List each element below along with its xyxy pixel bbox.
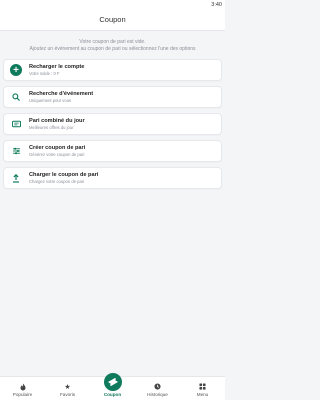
option-subtitle: Uniquement pour vous [29,98,72,103]
coupon-options-list: + Recharger le compte Votre solde : 0 F … [0,59,225,189]
grid-icon [199,383,206,392]
option-text: Recharger le compte Votre solde : 0 F [29,64,84,76]
clock-icon [154,383,161,392]
option-title: Créer coupon de pari [29,145,86,151]
screen: 3:40 Coupon Votre coupon de pari est vid… [0,0,225,400]
upload-icon [10,172,22,184]
status-bar: 3:40 [0,0,225,9]
option-text: Pari combiné du jour Meilleures offres d… [29,118,85,130]
bottom-nav: Populaire ★ Favoris Coupon Historique Me… [0,373,225,400]
option-text: Charger le coupon de pari Chargez votre … [29,172,98,184]
empty-state-message: Votre coupon de pari est vide. Ajoutez u… [0,39,225,52]
option-daily-combo[interactable]: Pari combiné du jour Meilleures offres d… [3,113,222,135]
plus-icon: + [10,64,22,76]
option-text: Créer coupon de pari Générez votre coupo… [29,145,85,157]
page-title: Coupon [99,15,126,24]
nav-label: Historique [147,392,168,397]
flame-icon [20,383,26,392]
ticket-icon [103,373,122,391]
option-title: Charger le coupon de pari [29,172,99,178]
option-recharge-account[interactable]: + Recharger le compte Votre solde : 0 F [3,59,222,81]
option-subtitle: Meilleures offres du jour [29,125,74,130]
option-event-search[interactable]: Recherche d'événement Uniquement pour vo… [3,86,222,108]
option-subtitle: Chargez votre coupon de pari [29,179,85,184]
nav-label: Populaire [12,392,33,397]
status-time: 3:40 [211,1,222,8]
option-title: Pari combiné du jour [29,118,85,124]
option-subtitle: Votre solde : 0 F [29,71,60,76]
nav-label: Coupon [103,392,122,397]
nav-label: Menu [196,392,209,397]
sliders-icon [10,145,22,157]
nav-item-favorites[interactable]: ★ Favoris [45,383,90,397]
nav-item-coupon[interactable]: Coupon [90,373,135,397]
empty-state-line-2: Ajoutez un événement au coupon de pari o… [29,45,196,52]
search-icon [10,91,22,103]
header: Coupon [0,9,225,31]
star-icon: ★ [64,384,71,391]
nav-item-menu[interactable]: Menu [180,383,225,397]
nav-label: Favoris [59,392,76,397]
option-title: Recherche d'événement [29,91,94,97]
option-subtitle: Générez votre coupon de pari [29,152,85,157]
nav-item-history[interactable]: Historique [135,383,180,397]
option-text: Recherche d'événement Uniquement pour vo… [29,91,93,103]
option-title: Recharger le compte [29,64,85,70]
ticket-icon [10,118,22,130]
option-create-coupon[interactable]: Créer coupon de pari Générez votre coupo… [3,140,222,162]
option-load-coupon[interactable]: Charger le coupon de pari Chargez votre … [3,167,222,189]
nav-item-popular[interactable]: Populaire [0,383,45,397]
